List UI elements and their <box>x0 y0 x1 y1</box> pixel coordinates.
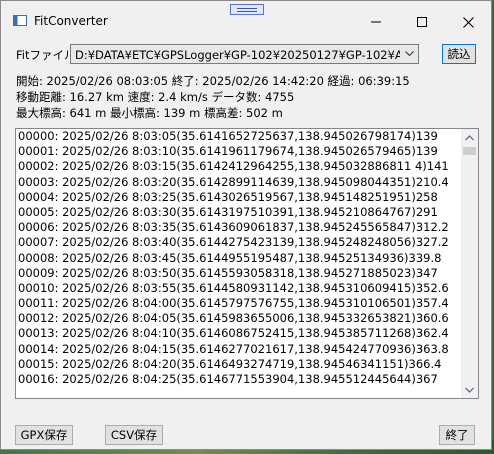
list-item[interactable]: 00003: 2025/02/26 8:03:20(35.61428991146… <box>16 175 461 190</box>
list-item[interactable]: 00011: 2025/02/26 8:04:00(35.61457975767… <box>16 296 461 311</box>
list-item[interactable]: 00013: 2025/02/26 8:04:10(35.61460867524… <box>16 326 461 341</box>
save-gpx-button[interactable]: GPX保存 <box>15 425 73 445</box>
list-item[interactable]: 00007: 2025/02/26 8:03:40(35.61442754231… <box>16 235 461 250</box>
list-item[interactable]: 00006: 2025/02/26 8:03:35(35.61436090618… <box>16 220 461 235</box>
list-item[interactable]: 00012: 2025/02/26 8:04:05(35.61459836550… <box>16 311 461 326</box>
time-summary: 開始: 2025/02/26 08:03:05 終了: 2025/02/26 1… <box>16 74 410 88</box>
close-icon <box>462 16 474 28</box>
save-csv-button[interactable]: CSV保存 <box>105 425 163 445</box>
maximize-icon <box>417 17 427 27</box>
distance-summary: 移動距離: 16.27 km 速度: 2.4 km/s データ数: 4755 <box>16 90 295 104</box>
list-item[interactable]: 00008: 2025/02/26 8:03:45(35.61449551954… <box>16 251 461 266</box>
minimize-icon <box>371 21 381 23</box>
scroll-up-button[interactable] <box>461 129 478 146</box>
chevron-down-icon <box>405 51 414 57</box>
records-listbox[interactable]: 00000: 2025/02/26 8:03:05(35.61416527256… <box>15 128 479 399</box>
list-item[interactable]: 00016: 2025/02/26 8:04:25(35.61467715539… <box>16 372 461 387</box>
list-item[interactable]: 00015: 2025/02/26 8:04:20(35.61464932747… <box>16 357 461 372</box>
minimize-button[interactable] <box>353 7 399 37</box>
file-path-combobox[interactable]: D:¥DATA¥ETC¥GPSLogger¥GP-102¥20250127¥GP… <box>70 44 419 64</box>
window-title: FitConverter <box>34 14 108 28</box>
list-item[interactable]: 00004: 2025/02/26 8:03:25(35.61430265195… <box>16 190 461 205</box>
scroll-down-icon <box>465 387 474 393</box>
app-window: FitConverter Fitファイル D:¥DATA¥ETC¥GPSLogg… <box>0 0 492 450</box>
elevation-summary: 最大標高: 641 m 最小標高: 139 m 標高差: 502 m <box>16 106 283 120</box>
list-item[interactable]: 00001: 2025/02/26 8:03:10(35.61419611796… <box>16 144 461 159</box>
app-window-icon <box>13 15 27 26</box>
list-item[interactable]: 00009: 2025/02/26 8:03:50(35.61455930583… <box>16 266 461 281</box>
scroll-down-button[interactable] <box>461 381 478 398</box>
records-list: 00000: 2025/02/26 8:03:05(35.61416527256… <box>16 129 461 398</box>
title-bar[interactable]: FitConverter <box>1 1 491 39</box>
maximize-button[interactable] <box>399 7 445 37</box>
scroll-up-icon <box>465 134 474 140</box>
vertical-scrollbar[interactable] <box>461 129 478 398</box>
read-button[interactable]: 読込 <box>442 44 476 64</box>
list-item[interactable]: 00000: 2025/02/26 8:03:05(35.61416527256… <box>16 129 461 144</box>
list-item[interactable]: 00014: 2025/02/26 8:04:15(35.61462770216… <box>16 342 461 357</box>
list-item[interactable]: 00005: 2025/02/26 8:03:30(35.61431975103… <box>16 205 461 220</box>
close-button[interactable] <box>445 7 491 37</box>
scroll-thumb[interactable] <box>463 147 476 155</box>
drag-handle[interactable] <box>230 4 264 15</box>
exit-button[interactable]: 終了 <box>439 425 475 445</box>
file-label: Fitファイル <box>16 48 76 62</box>
file-path-value: D:¥DATA¥ETC¥GPSLogger¥GP-102¥20250127¥GP… <box>75 48 400 62</box>
list-item[interactable]: 00002: 2025/02/26 8:03:15(35.61424129642… <box>16 159 461 174</box>
list-item[interactable]: 00010: 2025/02/26 8:03:55(35.61445809311… <box>16 281 461 296</box>
